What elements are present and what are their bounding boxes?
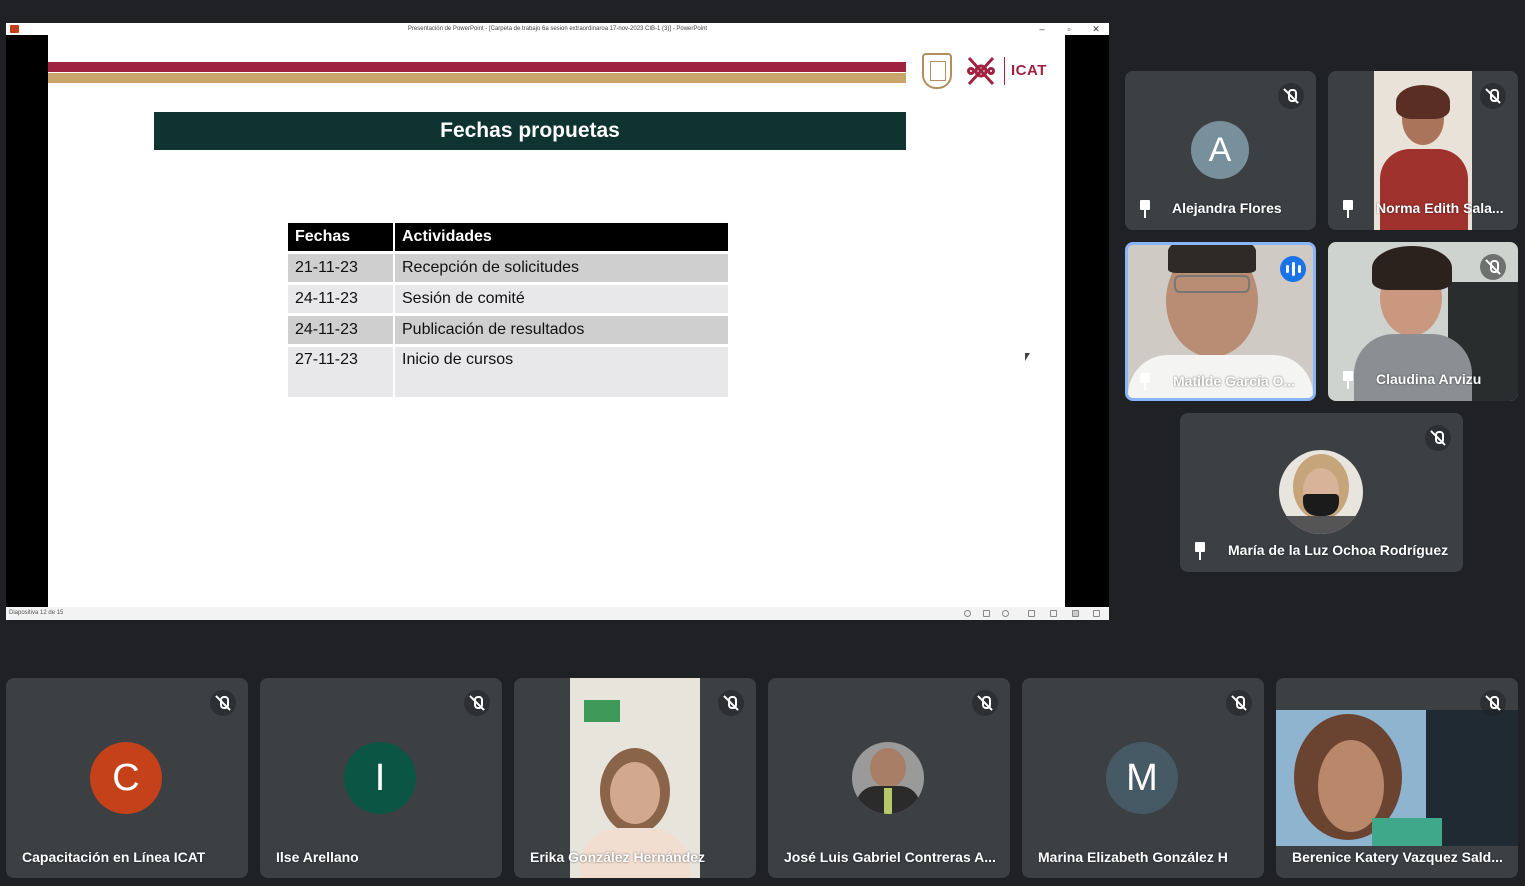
- pin-icon[interactable]: [1193, 542, 1207, 560]
- table-row: 21-11-23 Recepción de solicitudes: [288, 251, 728, 282]
- participant-name: Alejandra Flores: [1172, 200, 1282, 216]
- participant-name: Ilse Arellano: [276, 849, 359, 865]
- participant-tile[interactable]: José Luis Gabriel Contreras A...: [768, 678, 1010, 878]
- participant-tile[interactable]: Norma Edith Sala...: [1328, 71, 1518, 230]
- coat-of-arms-logo: [922, 53, 952, 89]
- mic-off-icon: [1226, 690, 1252, 716]
- participant-name: Marina Elizabeth González H: [1038, 849, 1228, 865]
- mouse-pointer-icon: [1025, 353, 1030, 361]
- cdmx-logo: [967, 56, 995, 86]
- mic-off-icon: [1480, 690, 1506, 716]
- powerpoint-icon: [10, 25, 19, 33]
- mic-off-icon: [1278, 83, 1304, 109]
- avatar: C: [90, 742, 162, 814]
- slide-counter: Diapositiva 12 de 15: [9, 610, 64, 616]
- participant-tile[interactable]: Matilde García O...: [1125, 242, 1316, 401]
- participant-name: Capacitación en Línea ICAT: [22, 849, 206, 865]
- avatar: [1279, 450, 1363, 534]
- activity-cell: Inicio de cursos: [395, 344, 728, 397]
- previous-slide-icon[interactable]: [964, 610, 971, 617]
- activity-cell: Sesión de comité: [395, 282, 728, 313]
- mic-off-icon: [210, 690, 236, 716]
- slide-title: Fechas propuetas: [154, 112, 906, 150]
- minimize-icon[interactable]: –: [1032, 23, 1052, 35]
- avatar: I: [344, 742, 416, 814]
- header-stripe-red: [48, 62, 906, 72]
- table-row: 24-11-23 Sesión de comité: [288, 282, 728, 313]
- participant-name: Erika González Hernández: [530, 849, 706, 865]
- mic-off-icon: [718, 690, 744, 716]
- next-slide-icon[interactable]: [1002, 610, 1009, 617]
- participant-tile[interactable]: Claudina Arvizu: [1328, 242, 1518, 401]
- pin-icon[interactable]: [1138, 200, 1152, 218]
- avatar: A: [1191, 121, 1249, 179]
- restore-icon[interactable]: ▫: [1059, 23, 1079, 35]
- window-title: Presentación de PowerPoint - [Carpeta de…: [407, 26, 708, 32]
- slide: ICAT Fechas propuetas Fechas Actividades…: [48, 35, 1065, 607]
- date-cell: 24-11-23: [288, 313, 395, 344]
- pin-icon[interactable]: [1138, 373, 1152, 391]
- mic-off-icon: [1425, 425, 1451, 451]
- grid-view-icon[interactable]: [1050, 610, 1057, 617]
- participant-tile[interactable]: I Ilse Arellano: [260, 678, 502, 878]
- pin-icon[interactable]: [1341, 200, 1355, 218]
- activity-cell: Publicación de resultados: [395, 313, 728, 344]
- pin-icon[interactable]: [1341, 371, 1355, 389]
- window-titlebar[interactable]: Presentación de PowerPoint - [Carpeta de…: [6, 23, 1109, 35]
- participant-tile[interactable]: M Marina Elizabeth González H: [1022, 678, 1264, 878]
- date-cell: 21-11-23: [288, 251, 395, 282]
- avatar: [852, 742, 924, 814]
- mic-off-icon: [464, 690, 490, 716]
- normal-view-icon[interactable]: [1028, 610, 1035, 617]
- reading-view-icon[interactable]: [1072, 610, 1079, 617]
- logo-divider: [1004, 57, 1005, 85]
- dates-table: Fechas Actividades 21-11-23 Recepción de…: [288, 223, 728, 397]
- participant-name: Claudina Arvizu: [1376, 371, 1482, 387]
- table-row: 24-11-23 Publicación de resultados: [288, 313, 728, 344]
- slide-sorter-icon[interactable]: [983, 610, 990, 617]
- icat-logo-text: ICAT: [1011, 62, 1047, 79]
- date-cell: 27-11-23: [288, 344, 395, 397]
- column-header-activities: Actividades: [395, 223, 728, 251]
- mic-off-icon: [1480, 83, 1506, 109]
- speaking-indicator-icon: [1280, 256, 1306, 282]
- table-row: 27-11-23 Inicio de cursos: [288, 344, 728, 397]
- participant-name: María de la Luz Ochoa Rodríguez: [1228, 542, 1449, 558]
- mic-off-icon: [1480, 254, 1506, 280]
- date-cell: 24-11-23: [288, 282, 395, 313]
- status-bar: Diapositiva 12 de 15: [6, 607, 1109, 620]
- participant-tile[interactable]: Berenice Katery Vazquez Sald...: [1276, 678, 1518, 878]
- participant-name: Berenice Katery Vazquez Sald...: [1292, 849, 1503, 865]
- participant-video: [1276, 710, 1518, 846]
- participant-video: [570, 678, 700, 878]
- mic-off-icon: [972, 690, 998, 716]
- participant-tile[interactable]: Erika González Hernández: [514, 678, 756, 878]
- presentation-window: Presentación de PowerPoint - [Carpeta de…: [6, 23, 1109, 620]
- avatar: M: [1106, 742, 1178, 814]
- close-icon[interactable]: ✕: [1086, 23, 1106, 35]
- column-header-dates: Fechas: [288, 223, 395, 251]
- participant-tile[interactable]: C Capacitación en Línea ICAT: [6, 678, 248, 878]
- participant-name: Matilde García O...: [1173, 373, 1296, 389]
- participant-name: José Luis Gabriel Contreras A...: [784, 849, 996, 865]
- table-header-row: Fechas Actividades: [288, 223, 728, 251]
- header-stripe-gold: [48, 73, 906, 83]
- activity-cell: Recepción de solicitudes: [395, 251, 728, 282]
- participant-tile[interactable]: A Alejandra Flores: [1125, 71, 1316, 230]
- slideshow-icon[interactable]: [1093, 610, 1100, 617]
- participant-name: Norma Edith Sala...: [1376, 200, 1504, 216]
- participant-tile[interactable]: María de la Luz Ochoa Rodríguez: [1180, 413, 1463, 572]
